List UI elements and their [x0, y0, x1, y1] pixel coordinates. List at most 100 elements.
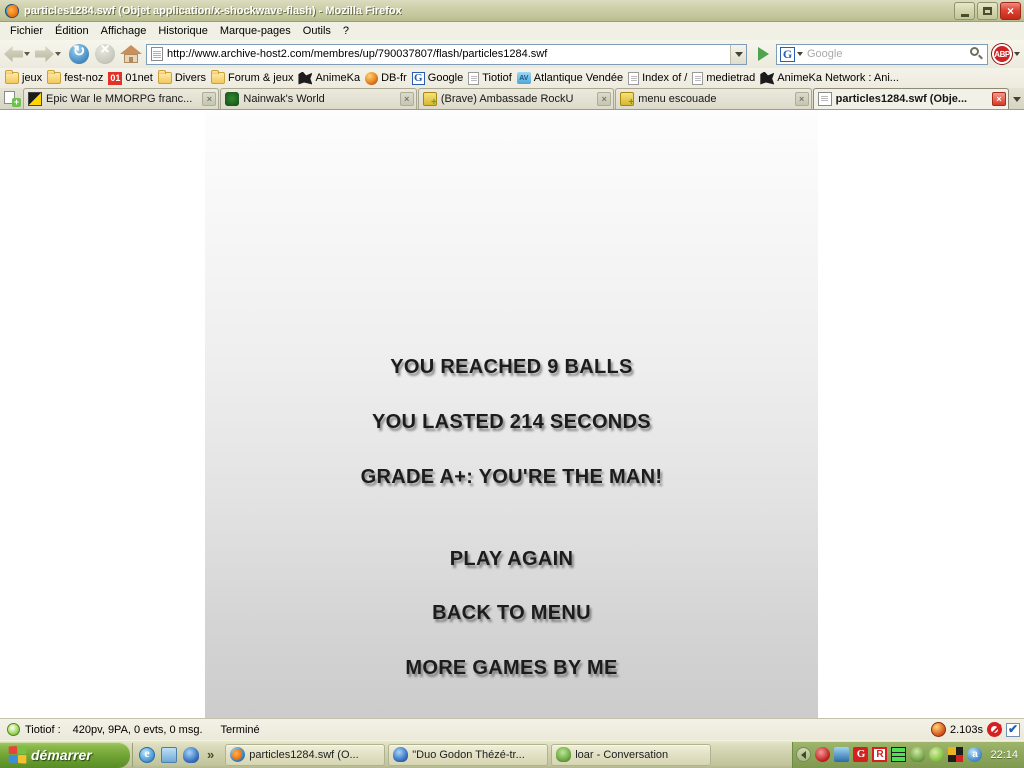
bookmark-fest-noz[interactable]: fest-noz: [46, 70, 107, 84]
adblock-plus-icon[interactable]: ABP: [992, 44, 1012, 64]
result-seconds-text: YOU LASTED 214 SECONDS: [372, 411, 651, 433]
tab-list-dropdown[interactable]: [1010, 89, 1024, 109]
minimize-button[interactable]: [954, 2, 975, 20]
taskbar-item-firefox[interactable]: particles1284.swf (O...: [225, 743, 386, 766]
search-input[interactable]: Google: [807, 48, 970, 60]
home-button[interactable]: [120, 44, 142, 64]
forward-button[interactable]: [35, 46, 64, 62]
bookmark-animeka-network[interactable]: AnimeKa Network : Ani...: [759, 71, 903, 85]
g-icon[interactable]: G: [853, 747, 869, 762]
tab-particles1284-swf[interactable]: particles1284.swf (Obje... ×: [812, 88, 1010, 109]
tab-brave-ambassade-rocku[interactable]: (Brave) Ambassade RockU ×: [417, 88, 615, 109]
bookmark-label: medietrad: [706, 72, 756, 84]
taskbar-clock[interactable]: 22:14: [990, 749, 1018, 761]
reload-button[interactable]: [69, 42, 89, 64]
stop-button[interactable]: [95, 41, 115, 64]
url-history-dropdown[interactable]: [730, 44, 746, 64]
folder-icon: [211, 70, 226, 84]
atlantique-icon: AV: [516, 72, 531, 84]
taskbar-item-label: particles1284.swf (O...: [249, 748, 359, 761]
menu-historique[interactable]: Historique: [152, 24, 214, 38]
show-desktop-icon[interactable]: [161, 746, 177, 763]
menu-help[interactable]: ?: [337, 24, 355, 38]
bookmarks-toolbar: jeux fest-noz 01 01net Divers Forum & jeu…: [0, 68, 1024, 88]
status-stats-text: 420pv, 9PA, 0 evts, 0 msg.: [72, 723, 203, 736]
tab-close-button[interactable]: ×: [597, 92, 612, 106]
status-right-group: 2.103s ✔: [930, 722, 1020, 737]
taskbar-item-label: loar - Conversation: [575, 748, 669, 761]
close-button[interactable]: ×: [1000, 2, 1021, 20]
play-again-button[interactable]: PLAY AGAIN: [205, 548, 818, 571]
url-bar[interactable]: http://www.archive-host2.com/membres/up/…: [146, 43, 747, 65]
network-icon[interactable]: [834, 747, 850, 762]
tab-nainwaks-world[interactable]: Nainwak's World ×: [220, 88, 417, 109]
menu-affichage[interactable]: Affichage: [95, 24, 153, 38]
app-icon[interactable]: a: [967, 747, 983, 762]
opera-icon[interactable]: [815, 747, 831, 762]
person-icon[interactable]: [910, 747, 926, 762]
bookmark-google[interactable]: G Google: [411, 71, 467, 85]
google-icon[interactable]: G: [780, 46, 795, 62]
quick-launch-overflow-chevron-icon[interactable]: »: [207, 747, 214, 762]
taskbar-item-msn[interactable]: "Duo Godon Thézé-tr...: [388, 743, 549, 766]
taskbar-item-conversation[interactable]: loar - Conversation: [551, 743, 712, 766]
page-icon: [151, 47, 163, 61]
bookmark-index-of[interactable]: Index of /: [627, 71, 691, 85]
adblock-caret-icon[interactable]: [1014, 52, 1020, 56]
back-dropdown-caret-icon[interactable]: [24, 52, 30, 56]
squares-icon[interactable]: [948, 747, 964, 762]
tab-close-button[interactable]: ×: [794, 92, 809, 106]
bookmark-medietrad[interactable]: medietrad: [691, 71, 759, 85]
go-arrow-icon: [757, 47, 769, 61]
fasterfox-icon[interactable]: [930, 722, 946, 737]
bookmark-tiotiof[interactable]: Tiotiof: [467, 71, 516, 85]
forward-dropdown-caret-icon[interactable]: [55, 52, 61, 56]
r-icon[interactable]: R: [872, 747, 888, 762]
tab-close-button[interactable]: ×: [399, 92, 414, 106]
shield-icon[interactable]: [929, 747, 945, 762]
window-controls: ×: [954, 2, 1021, 20]
tab-epic-war[interactable]: Epic War le MMORPG franc... ×: [23, 88, 220, 109]
taskbar-window-list: particles1284.swf (O... "Duo Godon Thézé…: [220, 743, 792, 766]
brave-icon: [620, 92, 635, 108]
flash-game-stage[interactable]: YOU REACHED 9 BALLS YOU LASTED 214 SECON…: [205, 110, 818, 768]
bookmark-jeux[interactable]: jeux: [4, 70, 46, 84]
bookmark-forum-jeux[interactable]: Forum & jeux: [210, 70, 297, 84]
menu-marque-pages[interactable]: Marque-pages: [214, 24, 297, 38]
tab-menu-escouade[interactable]: menu escouade ×: [615, 88, 812, 109]
maximize-button[interactable]: [977, 2, 998, 20]
internet-explorer-icon[interactable]: [139, 746, 155, 763]
bookmark-db-fr[interactable]: DB-fr: [364, 71, 411, 85]
desktop-screen: particles1284.swf (Objet application/x-s…: [0, 0, 1024, 768]
levels-icon[interactable]: [891, 747, 907, 762]
show-hidden-icons-arrow[interactable]: [796, 747, 812, 762]
msn-messenger-icon[interactable]: [183, 746, 199, 763]
back-to-menu-button[interactable]: BACK TO MENU: [205, 602, 818, 625]
chat-icon: [556, 747, 572, 762]
bookmark-01net[interactable]: 01 01net: [107, 71, 157, 85]
start-button[interactable]: démarrer: [0, 741, 130, 768]
folder-icon: [5, 70, 19, 84]
back-arrow-icon: [4, 46, 23, 62]
more-games-button[interactable]: MORE GAMES BY ME: [205, 657, 818, 680]
bookmark-atlantique-vendee[interactable]: AV Atlantique Vendée: [516, 72, 627, 84]
tab-label: Epic War le MMORPG franc...: [46, 93, 193, 105]
menu-fichier[interactable]: Fichier: [4, 24, 49, 38]
back-button[interactable]: [4, 46, 33, 62]
tab-close-button[interactable]: ×: [202, 92, 217, 106]
tab-close-button[interactable]: ×: [992, 92, 1007, 106]
page-icon: [628, 71, 640, 85]
go-button[interactable]: [753, 44, 773, 64]
bookmark-divers[interactable]: Divers: [157, 70, 210, 84]
menu-outils[interactable]: Outils: [297, 24, 337, 38]
new-tab-button[interactable]: +: [2, 88, 22, 108]
bookmark-animeka[interactable]: AnimeKa: [297, 71, 364, 85]
noscript-icon[interactable]: [987, 722, 1002, 737]
search-engine-caret-icon[interactable]: [797, 52, 803, 56]
result-grade-text: GRADE A+: YOU'RE THE MAN!: [360, 466, 663, 488]
dbfr-icon: [365, 71, 379, 85]
check-icon[interactable]: ✔: [1006, 722, 1020, 737]
menu-edition[interactable]: Édition: [49, 24, 95, 38]
epicwar-icon: [28, 92, 42, 106]
search-bar[interactable]: G Google: [776, 43, 988, 65]
